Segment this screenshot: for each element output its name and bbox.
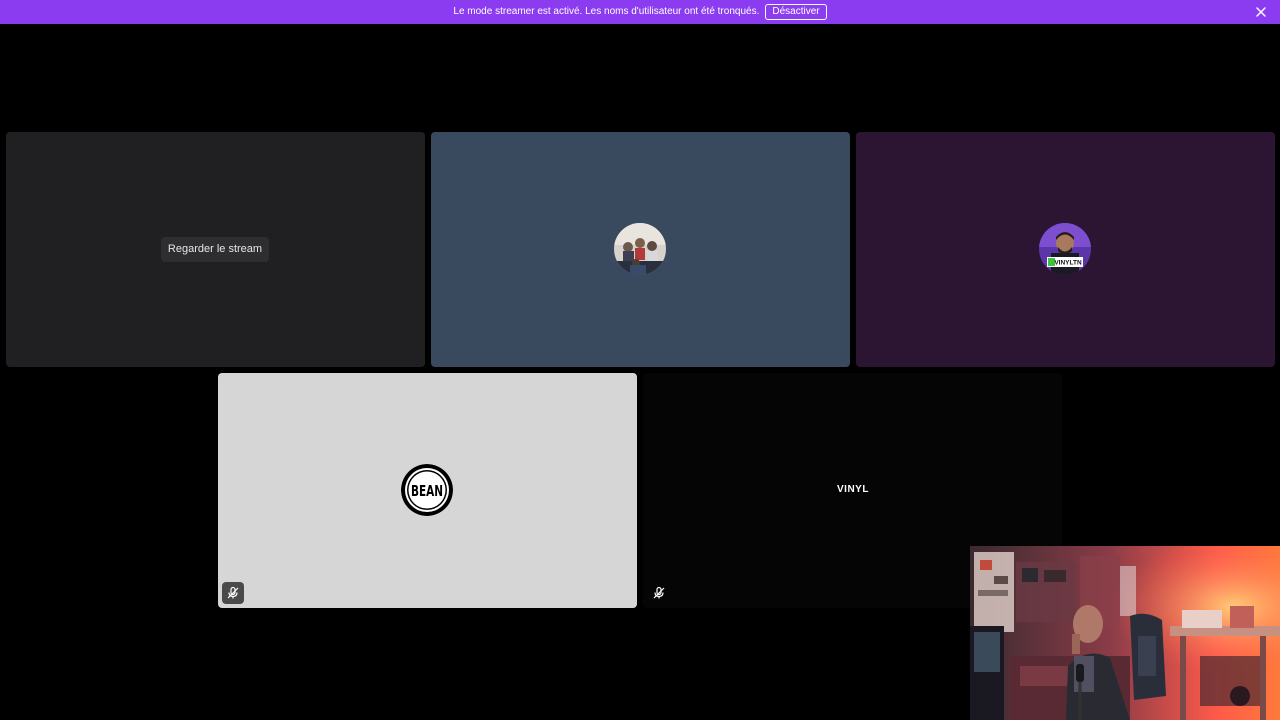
mic-muted-icon	[222, 582, 244, 604]
participant-tile[interactable]: VINYLTN	[856, 132, 1275, 367]
participant-tile[interactable]	[431, 132, 850, 367]
group-photo-avatar	[614, 223, 666, 275]
disable-streamer-mode-button[interactable]: Désactiver	[765, 4, 827, 20]
streamer-mode-message: Le mode streamer est activé. Les noms d'…	[453, 6, 760, 17]
vinyl-avatar-tag: VINYLTN	[1054, 260, 1082, 267]
participant-tile[interactable]: BEAN	[218, 373, 637, 608]
voice-channel-screen: Le mode streamer est activé. Les noms d'…	[0, 0, 1280, 720]
close-icon[interactable]	[1254, 5, 1268, 19]
bean-logo-text: BEAN	[411, 482, 443, 500]
stream-tile[interactable]: Regarder le stream	[6, 132, 425, 367]
watch-stream-button[interactable]: Regarder le stream	[161, 237, 269, 262]
mic-muted-icon	[653, 586, 665, 599]
bean-logo-avatar: BEAN	[401, 464, 453, 516]
vinyl-avatar: VINYLTN	[1039, 223, 1091, 275]
webcam-overlay	[970, 546, 1280, 720]
participant-name: VINYL	[837, 484, 869, 495]
streamer-mode-banner: Le mode streamer est activé. Les noms d'…	[0, 0, 1280, 24]
